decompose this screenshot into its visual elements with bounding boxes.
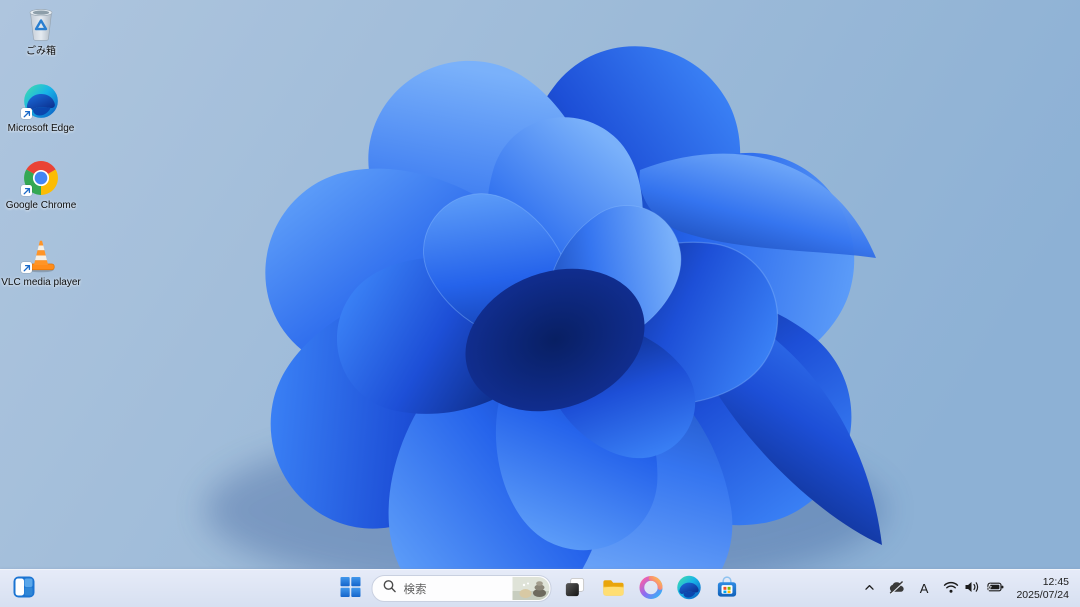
onedrive-button[interactable] (884, 577, 909, 601)
desktop-icon-label: VLC media player (1, 277, 81, 288)
desktop-wallpaper (0, 0, 1080, 607)
copilot-icon (639, 575, 664, 603)
desktop-icon-recycle-bin[interactable]: ごみ箱 (6, 4, 76, 72)
desktop-icon-microsoft-edge[interactable]: Microsoft Edge (6, 81, 76, 149)
recycle-bin-icon (23, 4, 59, 44)
copilot-button[interactable] (637, 573, 666, 605)
shortcut-arrow-icon (21, 108, 32, 119)
taskbar: 検索 A 12:45 2025/07/24 (0, 569, 1080, 607)
widgets-button[interactable] (9, 574, 39, 603)
microsoft-edge-icon (677, 575, 702, 603)
task-view-icon (563, 575, 588, 603)
google-chrome-icon (21, 158, 59, 198)
clock[interactable]: 12:45 2025/07/24 (1012, 574, 1075, 603)
shortcut-arrow-icon (21, 262, 32, 273)
desktop-icon-column: ごみ箱 Microsoft Edge Google Chrome VLC med… (1, 4, 81, 303)
desktop-icon-label: Google Chrome (5, 200, 77, 211)
search-daily-image (512, 577, 550, 600)
file-explorer-icon (601, 575, 626, 603)
widgets-icon (13, 576, 35, 601)
taskbar-center-group: 検索 (339, 570, 742, 607)
ime-mode-button[interactable]: A (913, 578, 936, 599)
search-placeholder: 検索 (403, 583, 427, 596)
desktop-icon-vlc-media-player[interactable]: VLC media player (1, 235, 81, 303)
wifi-icon (943, 580, 959, 597)
speaker-icon (964, 580, 980, 597)
file-explorer-button[interactable] (599, 573, 628, 605)
start-button[interactable] (339, 575, 363, 602)
battery-charging-icon (985, 580, 1004, 597)
onedrive-disconnected-icon (888, 580, 905, 598)
shortcut-arrow-icon (21, 185, 32, 196)
system-tray: A 12:45 2025/07/24 (859, 570, 1075, 607)
windows-start-icon (340, 577, 361, 600)
microsoft-store-button[interactable] (713, 573, 742, 605)
hidden-icons-button[interactable] (859, 578, 880, 600)
clock-time: 12:45 (1042, 576, 1069, 588)
desktop-icon-label: Microsoft Edge (7, 123, 75, 134)
clock-date: 2025/07/24 (1016, 588, 1069, 601)
vlc-media-player-icon (21, 235, 59, 275)
search-icon (383, 579, 397, 598)
edge-taskbar-button[interactable] (675, 573, 704, 605)
task-view-button[interactable] (561, 573, 590, 605)
microsoft-edge-icon (21, 81, 59, 121)
quick-settings-button[interactable] (939, 577, 1008, 600)
desktop-icon-label: ごみ箱 (26, 46, 56, 57)
search-box[interactable]: 検索 (371, 575, 552, 602)
desktop-icon-google-chrome[interactable]: Google Chrome (6, 158, 76, 226)
chevron-up-icon (863, 581, 876, 597)
ime-mode-indicator: A (919, 581, 929, 596)
microsoft-store-icon (715, 575, 740, 603)
